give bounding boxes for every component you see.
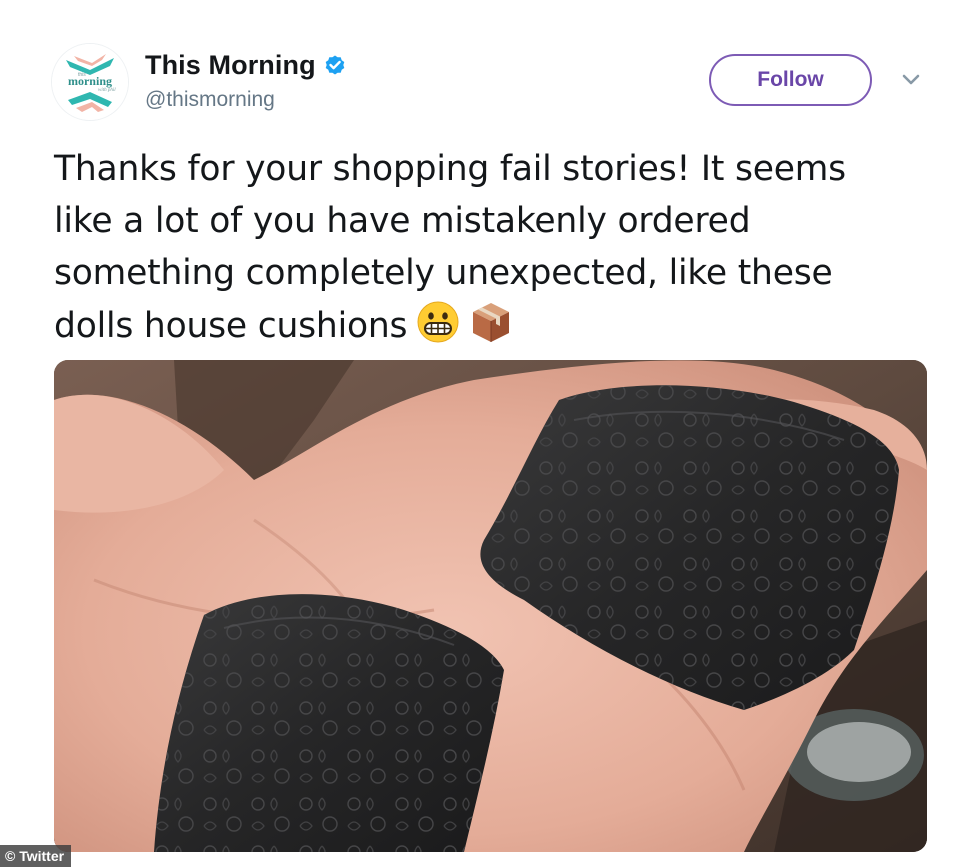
- tweet-text: Thanks for your shopping fail stories! I…: [54, 143, 934, 352]
- chevron-down-icon[interactable]: [900, 72, 922, 88]
- svg-text:with phil: with phil: [98, 88, 116, 93]
- tweet-text-last-line: dolls house cushions: [54, 306, 408, 346]
- package-icon: [473, 303, 510, 342]
- author-avatar[interactable]: morning this with phil: [52, 44, 128, 120]
- author-handle[interactable]: @thismorning: [145, 88, 347, 112]
- photo-credit: © Twitter: [0, 845, 72, 867]
- this-morning-logo-icon: morning this with phil: [52, 44, 128, 120]
- grimacing-face-icon: [417, 301, 459, 343]
- svg-text:this: this: [78, 72, 86, 78]
- author-display-name[interactable]: This Morning: [145, 50, 316, 81]
- tweet-photo[interactable]: [54, 360, 927, 852]
- follow-button[interactable]: Follow: [709, 54, 872, 106]
- tweet-card: morning this with phil This Morning @thi…: [0, 0, 980, 867]
- author-name-row: This Morning: [145, 48, 347, 82]
- tweet-text-line: dolls house cushions: [54, 299, 934, 352]
- tweet-text-line: something completely unexpected, like th…: [54, 253, 833, 293]
- svg-text:morning: morning: [68, 74, 112, 88]
- tweet-text-line: Thanks for your shopping fail stories! I…: [54, 149, 846, 189]
- photo-image: [54, 360, 927, 852]
- tweet-text-line: like a lot of you have mistakenly ordere…: [54, 201, 751, 241]
- author-block: This Morning @thismorning: [145, 48, 347, 112]
- verified-badge-icon: [325, 55, 344, 75]
